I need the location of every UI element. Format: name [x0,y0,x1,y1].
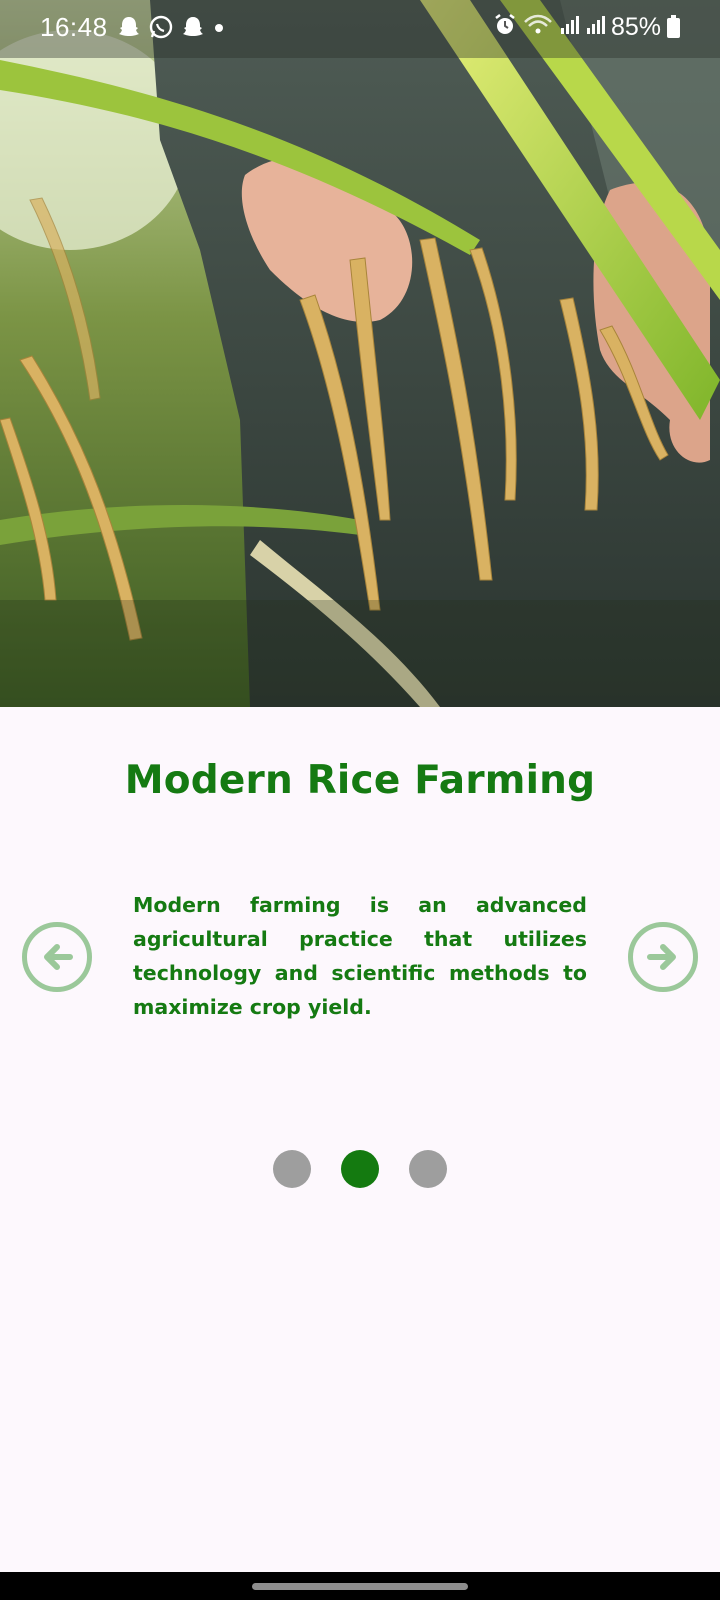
slide-title: Modern Rice Farming [124,758,596,803]
arrow-right-icon [647,944,676,970]
signal-icon [559,12,579,43]
arrow-left-icon [44,944,73,970]
page-dot-3[interactable] [409,1150,447,1188]
notification-icons [116,14,226,40]
alarm-icon [493,12,517,43]
page-indicator [0,1150,720,1188]
next-slide-button[interactable] [628,922,698,992]
page-dot-2[interactable] [341,1150,379,1188]
previous-slide-button[interactable] [22,922,92,992]
whatsapp-icon [148,14,174,40]
slide-description: Modern farming is an advanced agricultur… [133,893,587,1019]
snapchat-icon [180,14,206,40]
snapchat-icon [116,14,142,40]
rice-field-illustration [0,0,720,707]
home-gesture-handle[interactable] [252,1583,468,1590]
battery-icon [667,14,680,38]
battery-percentage: 85% [610,13,661,41]
wifi-icon [523,12,553,43]
navigation-bar [0,1572,720,1600]
status-time: 16:48 [40,12,108,42]
status-bar: 16:48 85% [0,0,720,58]
dot-icon [212,14,226,40]
hero-image [0,0,720,707]
system-status-icons: 85% [493,12,680,43]
page-dot-1[interactable] [273,1150,311,1188]
signal-icon [585,12,605,43]
